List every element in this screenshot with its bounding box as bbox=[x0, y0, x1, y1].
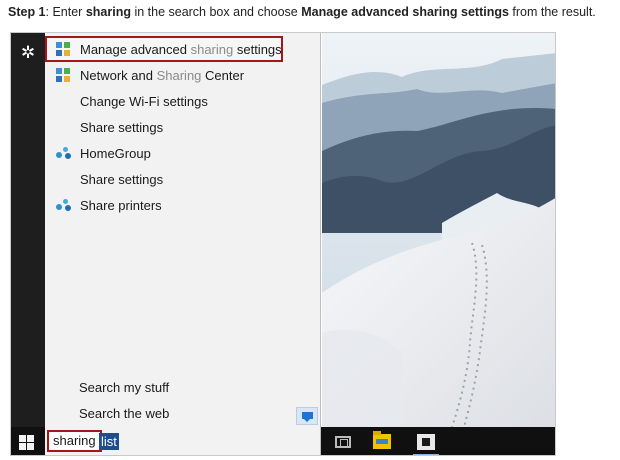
homegroup-icon bbox=[55, 199, 71, 211]
result-homegroup[interactable]: HomeGroup bbox=[46, 141, 282, 165]
caption-keyword: sharing bbox=[85, 5, 131, 19]
result-share-settings[interactable]: Share settings bbox=[46, 115, 282, 139]
desktop-wallpaper bbox=[322, 33, 555, 427]
store-icon[interactable] bbox=[417, 434, 435, 450]
search-input[interactable]: sharing bbox=[47, 430, 102, 452]
windows-start-icon[interactable] bbox=[19, 435, 34, 450]
instruction-caption: Step 1: Enter sharing in the search box … bbox=[8, 5, 614, 19]
task-view-icon[interactable] bbox=[335, 436, 351, 448]
caption-target: Manage advanced sharing settings bbox=[301, 5, 509, 19]
search-results-panel: Manage advanced sharing settings Network… bbox=[45, 33, 321, 427]
result-share-printers[interactable]: Share printers bbox=[46, 193, 282, 217]
result-share-settings-2[interactable]: Share settings bbox=[46, 167, 282, 191]
result-label: HomeGroup bbox=[80, 145, 151, 161]
result-label: Network and Sharing Center bbox=[80, 67, 245, 83]
caption-text-3: from the result. bbox=[508, 5, 596, 19]
result-label: Change Wi-Fi settings bbox=[80, 93, 208, 109]
gear-icon[interactable]: ✲ bbox=[11, 43, 45, 63]
result-label: Share printers bbox=[80, 197, 162, 213]
search-the-web-link[interactable]: Search the web bbox=[79, 406, 169, 421]
file-explorer-icon[interactable] bbox=[373, 431, 391, 449]
result-label: Manage advanced sharing settings bbox=[80, 41, 282, 57]
search-box[interactable]: sharing list bbox=[45, 427, 321, 455]
speech-bubble-icon[interactable] bbox=[296, 407, 318, 425]
control-panel-icon bbox=[56, 68, 70, 82]
snowy-mountain-image bbox=[322, 33, 555, 427]
result-manage-advanced-sharing-settings[interactable]: Manage advanced sharing settings bbox=[45, 36, 283, 62]
search-my-stuff-link[interactable]: Search my stuff bbox=[79, 380, 169, 395]
result-network-and-sharing-center[interactable]: Network and Sharing Center bbox=[46, 63, 282, 87]
result-label: Share settings bbox=[80, 119, 164, 135]
start-left-rail: ✲ bbox=[11, 33, 45, 427]
control-panel-icon bbox=[56, 42, 70, 56]
autocomplete-selection: list bbox=[99, 433, 119, 450]
homegroup-icon bbox=[55, 147, 71, 159]
caption-text-1: : Enter bbox=[45, 5, 86, 19]
result-label: Share settings bbox=[80, 171, 164, 187]
result-change-wifi-settings[interactable]: Change Wi-Fi settings bbox=[46, 89, 282, 113]
step-label: Step 1 bbox=[8, 5, 46, 19]
caption-text-2: in the search box and choose bbox=[130, 5, 302, 19]
screenshot-frame: ✲ Manage advanced sharing settings Netwo… bbox=[10, 32, 556, 456]
active-app-indicator bbox=[413, 454, 439, 455]
